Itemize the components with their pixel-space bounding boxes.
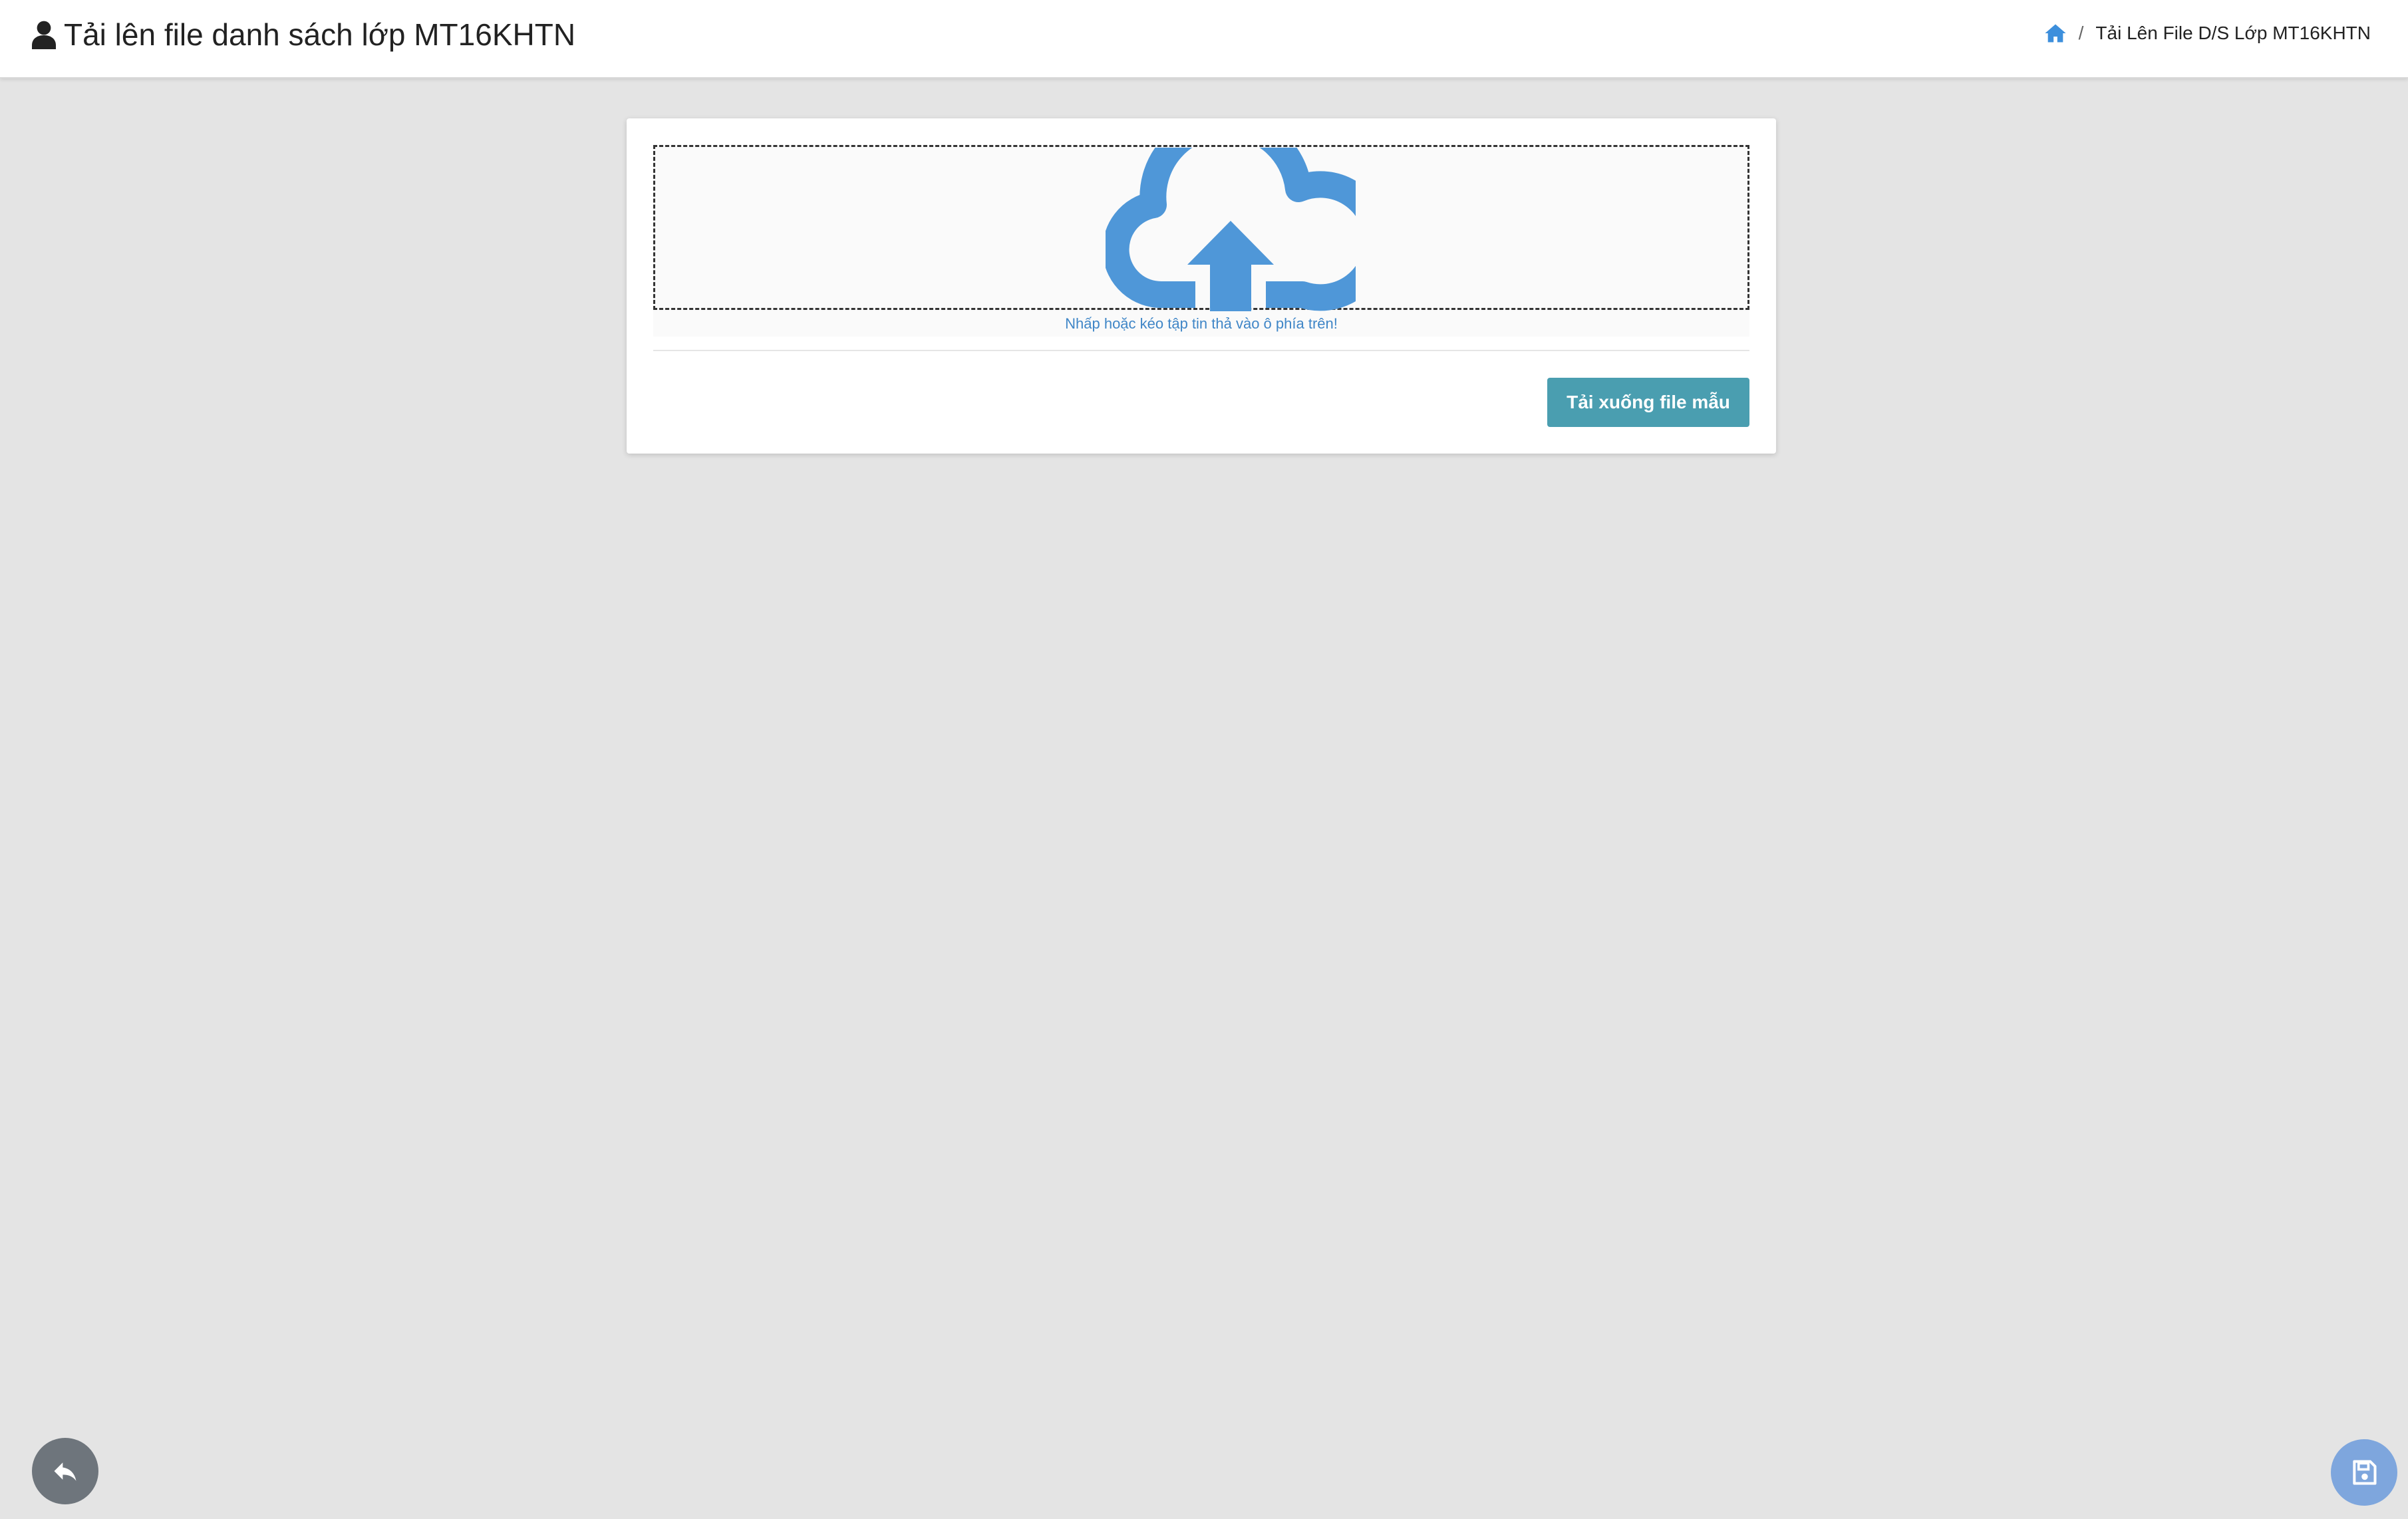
upload-card: Nhấp hoặc kéo tập tin thả vào ô phía trê… [627,118,1776,454]
divider [653,350,1749,351]
page-title: Tải lên file danh sách lớp MT16KHTN [31,15,575,55]
reply-icon [54,1462,76,1481]
back-button[interactable] [32,1438,98,1504]
user-icon [32,21,56,49]
breadcrumb-current: Tải Lên File D/S Lớp MT16KHTN [2095,23,2371,43]
cloud-upload-icon[interactable] [1106,148,1356,311]
save-button[interactable] [2331,1439,2397,1506]
top-bar: Tải lên file danh sách lớp MT16KHTN / Tả… [0,0,2408,78]
dropzone[interactable]: Nhấp hoặc kéo tập tin thả vào ô phía trê… [653,145,1749,337]
breadcrumb: / Tải Lên File D/S Lớp MT16KHTN [2044,17,2371,49]
download-template-button[interactable]: Tải xuống file mẫu [1547,378,1749,427]
page-title-text: Tải lên file danh sách lớp MT16KHTN [64,17,576,52]
dropzone-hint: Nhấp hoặc kéo tập tin thả vào ô phía trê… [1065,315,1338,332]
home-icon[interactable] [2044,23,2067,43]
floppy-disk-icon [2353,1460,2377,1485]
breadcrumb-separator: / [2078,23,2084,43]
